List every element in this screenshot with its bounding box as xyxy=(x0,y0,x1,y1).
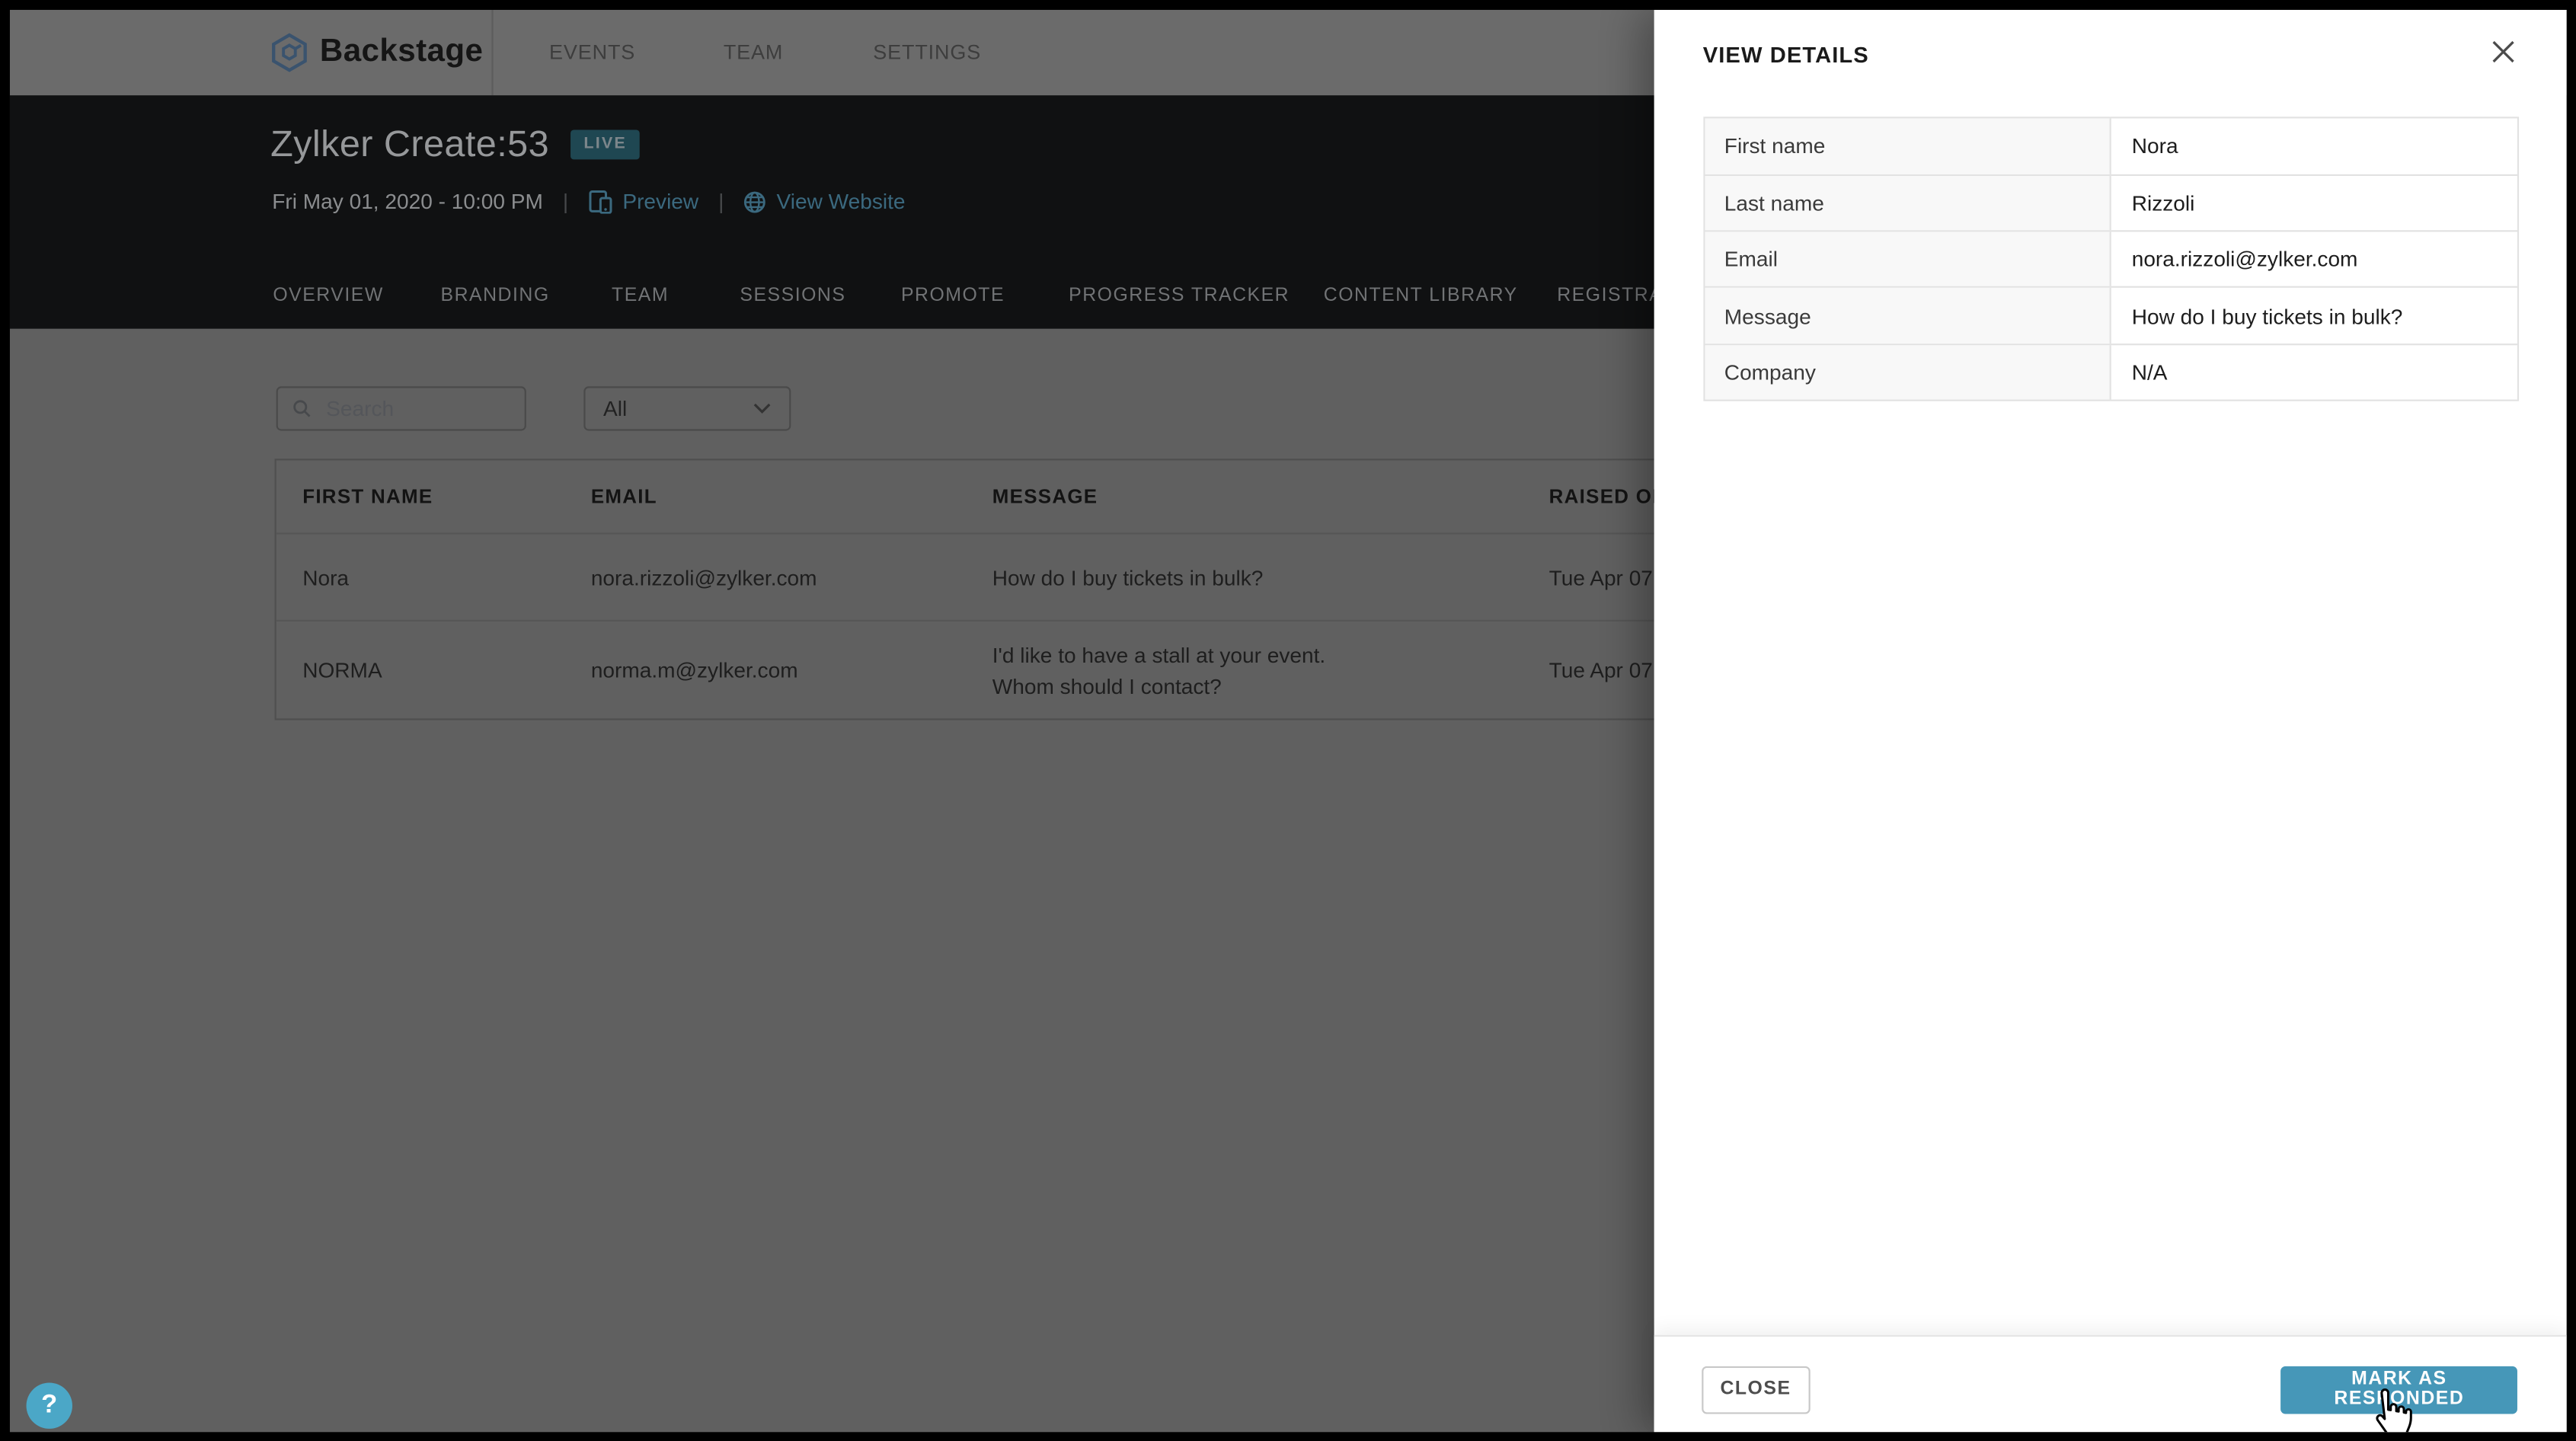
detail-value: N/A xyxy=(2131,359,2168,385)
cell-email: nora.rizzoli@zylker.com xyxy=(590,564,817,590)
message-line: I'd like to have a stall at your event. xyxy=(992,641,1326,667)
event-datetime: Fri May 01, 2020 - 10:00 PM xyxy=(272,189,543,214)
search-input[interactable] xyxy=(322,394,510,423)
nav-item-events[interactable]: EVENTS xyxy=(549,9,635,95)
table-row[interactable]: NORMA norma.m@zylker.com I'd like to hav… xyxy=(275,619,1712,718)
preview-device-icon xyxy=(588,190,612,214)
tab-team[interactable]: TEAM xyxy=(612,286,669,306)
detail-label: Email xyxy=(1704,232,2112,287)
close-icon[interactable] xyxy=(2489,37,2519,67)
screenshot-root: Backstage EVENTS TEAM SETTINGS Zylker Cr… xyxy=(0,0,2576,1441)
tab-promote[interactable]: PROMOTE xyxy=(901,286,1005,306)
view-website-link-label: View Website xyxy=(776,189,906,214)
cell-first-name: Nora xyxy=(302,564,350,590)
detail-value: nora.rizzoli@zylker.com xyxy=(2131,247,2358,272)
column-header-message: MESSAGE xyxy=(992,485,1098,509)
table-row[interactable]: Nora nora.rizzoli@zylker.com How do I bu… xyxy=(275,533,1712,620)
cell-message: How do I buy tickets in bulk? xyxy=(992,564,1264,590)
event-title: Zylker Create:53 xyxy=(270,123,550,165)
detail-label: Company xyxy=(1704,344,2112,400)
mark-as-responded-button[interactable]: MARK AS RESPONDED xyxy=(2280,1366,2518,1414)
logo-label: Backstage xyxy=(319,33,484,70)
cell-email: norma.m@zylker.com xyxy=(590,657,798,682)
tab-sessions[interactable]: SESSIONS xyxy=(740,286,845,306)
cell-message: I'd like to have a stall at your event. … xyxy=(965,621,1522,718)
globe-icon xyxy=(744,190,766,212)
panel-footer: CLOSE MARK AS RESPONDED xyxy=(1654,1335,2568,1433)
view-details-panel: VIEW DETAILS First name Nora Last name R… xyxy=(1654,8,2568,1433)
preview-link[interactable]: Preview xyxy=(588,189,699,214)
queries-table: FIRST NAME EMAIL MESSAGE RAISED ON Nora … xyxy=(273,458,1712,720)
x-icon xyxy=(2492,40,2515,63)
detail-row: First name Nora xyxy=(1704,118,2518,174)
table-header-row: FIRST NAME EMAIL MESSAGE RAISED ON xyxy=(276,461,1686,533)
detail-value: Nora xyxy=(2131,133,2178,159)
backstage-logo-icon xyxy=(270,32,306,72)
column-header-email: EMAIL xyxy=(590,485,657,509)
filter-dropdown-value: All xyxy=(603,395,628,421)
detail-label: First name xyxy=(1704,118,2112,174)
cell-first-name: NORMA xyxy=(302,657,382,682)
tab-overview[interactable]: OVERVIEW xyxy=(273,286,383,306)
live-status-badge: LIVE xyxy=(570,129,641,160)
chevron-down-icon xyxy=(753,403,771,414)
tab-content-library[interactable]: CONTENT LIBRARY xyxy=(1324,286,1518,306)
close-button[interactable]: CLOSE xyxy=(1701,1366,1811,1414)
column-header-first-name: FIRST NAME xyxy=(302,485,433,509)
detail-label: Message xyxy=(1704,288,2112,343)
meta-separator: | xyxy=(562,189,569,214)
detail-row: Company N/A xyxy=(1704,343,2518,400)
detail-label: Last name xyxy=(1704,176,2112,231)
detail-row: Message How do I buy tickets in bulk? xyxy=(1704,286,2518,343)
preview-link-label: Preview xyxy=(622,189,699,214)
detail-row: Last name Rizzoli xyxy=(1704,174,2518,231)
details-table: First name Nora Last name Rizzoli Email … xyxy=(1702,117,2520,401)
nav-item-team[interactable]: TEAM xyxy=(724,9,783,95)
detail-row: Email nora.rizzoli@zylker.com xyxy=(1704,230,2518,287)
message-line: Whom should I contact? xyxy=(992,673,1222,698)
tab-branding[interactable]: BRANDING xyxy=(441,286,550,306)
search-icon xyxy=(293,399,311,417)
search-box[interactable] xyxy=(276,385,527,431)
backstage-logo[interactable]: Backstage xyxy=(270,9,483,95)
app-window: Backstage EVENTS TEAM SETTINGS Zylker Cr… xyxy=(8,8,2568,1433)
detail-value: How do I buy tickets in bulk? xyxy=(2131,303,2403,328)
tab-progress-tracker[interactable]: PROGRESS TRACKER xyxy=(1069,286,1290,306)
nav-item-settings[interactable]: SETTINGS xyxy=(873,9,981,95)
meta-separator: | xyxy=(718,189,724,214)
view-website-link[interactable]: View Website xyxy=(743,189,906,214)
detail-value: Rizzoli xyxy=(2131,190,2195,216)
topbar-divider xyxy=(491,8,494,96)
panel-title: VIEW DETAILS xyxy=(1702,42,1869,67)
filter-dropdown[interactable]: All xyxy=(583,385,791,431)
